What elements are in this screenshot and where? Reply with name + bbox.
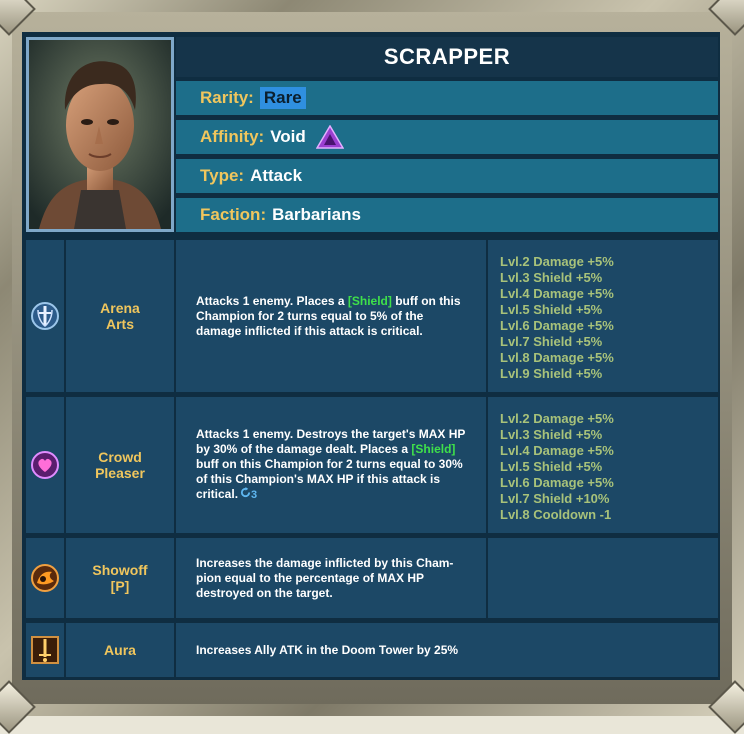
desc-text: Increases Ally ATK in the Doom Tower by … [196, 642, 459, 657]
shield-buff-tag: [Shield] [411, 442, 456, 456]
faction-row: Faction: Barbarians [176, 196, 718, 232]
aura-sword-icon[interactable] [30, 635, 60, 665]
aura-row: Aura Increases Ally ATK in the Doom Towe… [26, 623, 718, 677]
type-row: Type: Attack [176, 157, 718, 193]
cooldown-icon [240, 487, 251, 498]
skill-books: Lvl.2 Damage +5% Lvl.3 Shield +5% Lvl.4 … [488, 397, 718, 533]
skill-name: Crowd Pleaser [66, 397, 174, 533]
shield-buff-tag: [Shield] [347, 293, 392, 308]
type-value: Attack [250, 166, 303, 185]
rarity-label: Rarity: [200, 88, 254, 107]
cooldown-value: 3 [251, 489, 258, 501]
skill-name-line1: Aura [104, 642, 136, 658]
book-level: Lvl.5 Shield +5% [500, 459, 603, 474]
skill-name-line2: Arts [105, 316, 134, 332]
skill-name-line1: Crowd [98, 449, 142, 465]
book-level: Lvl.4 Damage +5% [500, 443, 614, 458]
book-level: Lvl.9 Shield +5% [500, 366, 603, 381]
skill-icon-cell [26, 240, 64, 392]
portrait-image [29, 40, 171, 229]
book-level: Lvl.3 Shield +5% [500, 270, 603, 285]
affinity-row: Affinity: Void [176, 118, 718, 154]
skill-name-line2: [P] [110, 578, 130, 594]
skill-name-line1: Showoff [92, 562, 148, 578]
skill-name-line1: Arena [100, 300, 140, 316]
skill-description: Increases the damage inflicted by this C… [176, 538, 486, 618]
desc-text: Attacks 1 enemy. Places a [196, 293, 348, 308]
book-level: Lvl.6 Damage +5% [500, 318, 614, 333]
skill-row: Arena Arts Attacks 1 enemy. Places a [Shi… [26, 240, 718, 392]
book-level: Lvl.2 Damage +5% [500, 411, 614, 426]
affinity-label: Affinity: [200, 127, 265, 146]
cooldown-badge: 3 [240, 487, 258, 501]
book-level: Lvl.5 Shield +5% [500, 302, 603, 317]
book-level: Lvl.2 Damage +5% [500, 254, 614, 269]
desc-text: buff on this Champion for 2 turns equal … [196, 457, 463, 501]
flame-fist-icon[interactable] [30, 563, 60, 593]
book-level: Lvl.8 Cooldown -1 [500, 507, 612, 522]
type-label: Type: [200, 166, 245, 185]
sword-shield-icon[interactable] [30, 301, 60, 331]
skill-name: Arena Arts [66, 240, 174, 392]
skill-row: Showoff [P] Increases the damage inflicte… [26, 538, 718, 618]
champion-name: SCRAPPER [383, 44, 511, 69]
faction-label: Faction: [200, 205, 267, 224]
book-level: Lvl.6 Damage +5% [500, 475, 614, 490]
heart-orb-icon[interactable] [30, 450, 60, 480]
skill-icon-cell [26, 538, 64, 618]
book-level: Lvl.4 Damage +5% [500, 286, 614, 301]
title-bar: SCRAPPER [176, 37, 718, 77]
skill-books: Lvl.2 Damage +5% Lvl.3 Shield +5% Lvl.4 … [488, 240, 718, 392]
skill-name-line2: Pleaser [95, 465, 145, 481]
book-level: Lvl.7 Shield +10% [500, 491, 610, 506]
void-affinity-icon [315, 125, 344, 149]
affinity-value: Void [270, 127, 306, 146]
skill-icon-cell [26, 397, 64, 533]
book-level: Lvl.3 Shield +5% [500, 427, 603, 442]
skill-books-empty [488, 538, 718, 618]
book-level: Lvl.8 Damage +5% [500, 350, 614, 365]
skill-name: Showoff [P] [66, 538, 174, 618]
skill-description: Attacks 1 enemy. Destroys the target's M… [176, 397, 486, 533]
faction-value: Barbarians [272, 205, 361, 224]
desc-text: Increases the damage inflicted by this C… [196, 555, 454, 600]
aura-label: Aura [66, 623, 174, 677]
champion-portrait [26, 37, 174, 232]
rarity-row: Rarity: Rare [176, 79, 718, 115]
skill-icon-cell [26, 623, 64, 677]
skill-row: Crowd Pleaser Attacks 1 enemy. Destroys t… [26, 397, 718, 533]
rarity-value: Rare [259, 87, 306, 109]
skill-description: Attacks 1 enemy. Places a [Shield] buff … [176, 240, 486, 392]
book-level: Lvl.7 Shield +5% [500, 334, 603, 349]
aura-description: Increases Ally ATK in the Doom Tower by … [176, 623, 718, 677]
